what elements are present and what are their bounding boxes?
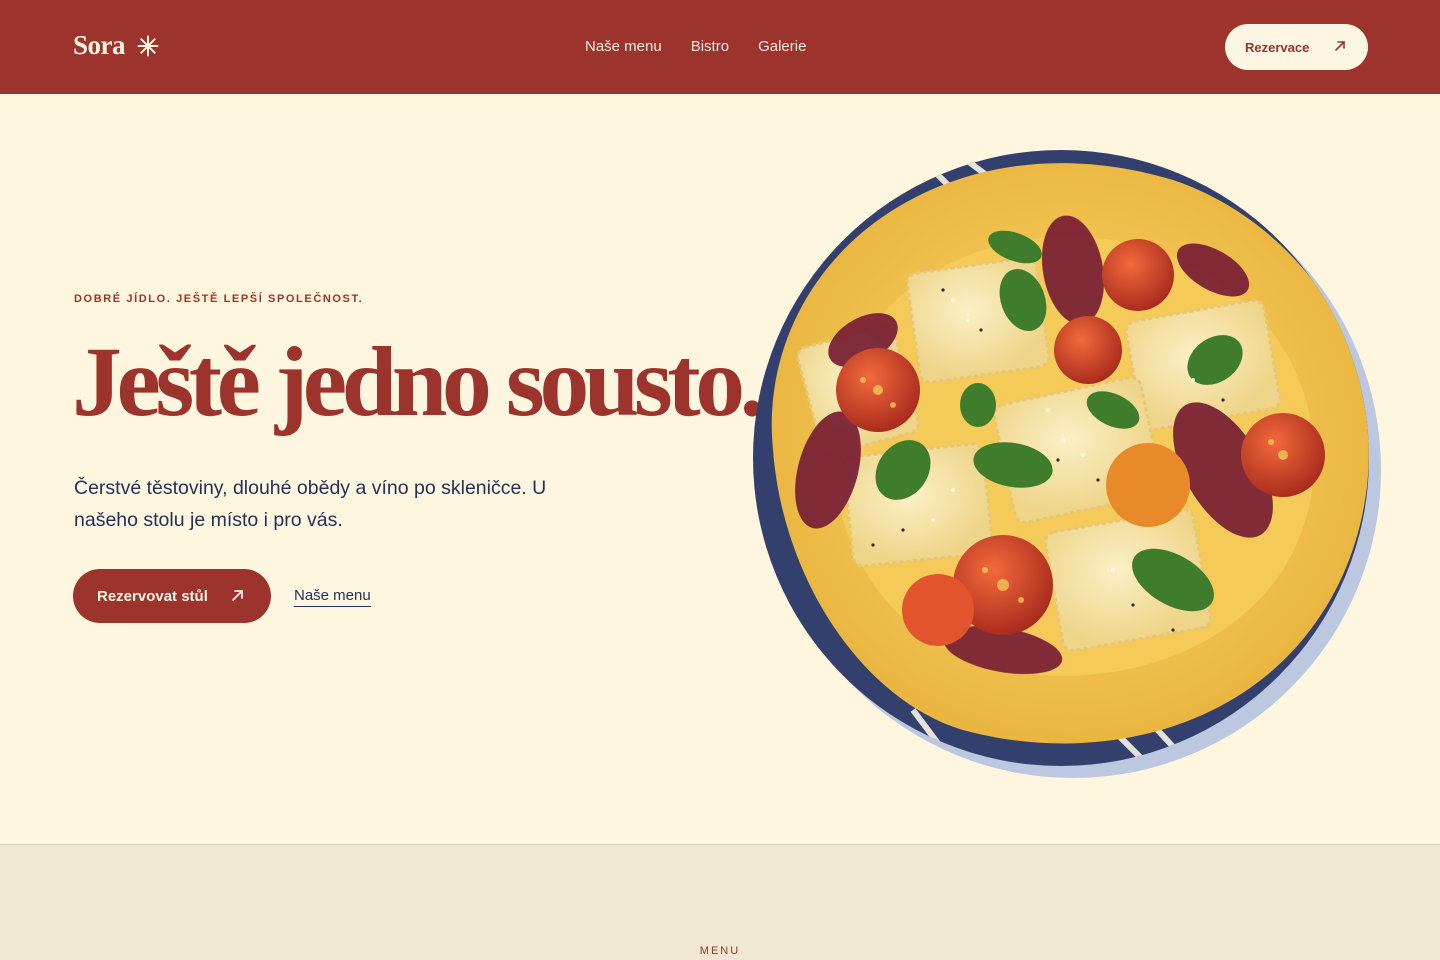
logo[interactable]: Sora: [73, 30, 159, 61]
book-table-button[interactable]: Rezervovat stůl: [73, 569, 271, 623]
hero-headline: Ještě jedno sousto.: [72, 326, 765, 437]
book-table-button-label: Rezervovat stůl: [97, 587, 208, 605]
arrow-up-right-icon: [1335, 41, 1345, 51]
reservation-button[interactable]: Rezervace: [1225, 24, 1368, 70]
menu-section-eyebrow: MENU: [699, 945, 741, 957]
nav-link-bistro[interactable]: Bistro: [691, 38, 729, 55]
menu-section: MENU: [0, 844, 1440, 960]
hero-eyebrow: DOBRÉ JÍDLO. JEŠTĚ LEPŠÍ SPOLEČNOST.: [74, 293, 364, 305]
reservation-button-label: Rezervace: [1245, 39, 1310, 55]
asterisk-icon: [137, 35, 159, 56]
nav-link-menu[interactable]: Naše menu: [585, 38, 662, 55]
ravioli-plate-illustration: [753, 150, 1381, 778]
our-menu-link[interactable]: Naše menu: [294, 587, 371, 607]
logo-text: Sora: [73, 30, 126, 60]
nav-link-gallery[interactable]: Galerie: [758, 38, 806, 55]
site-header: Sora Naše menu Bistro Galerie Rezervace: [0, 0, 1440, 94]
hero-lead: Čerstvé těstoviny, dlouhé obědy a víno p…: [74, 477, 547, 531]
hero-dish-image: [753, 150, 1383, 784]
main-nav: Naše menu Bistro Galerie: [585, 38, 806, 55]
arrow-up-right-icon: [232, 590, 243, 601]
